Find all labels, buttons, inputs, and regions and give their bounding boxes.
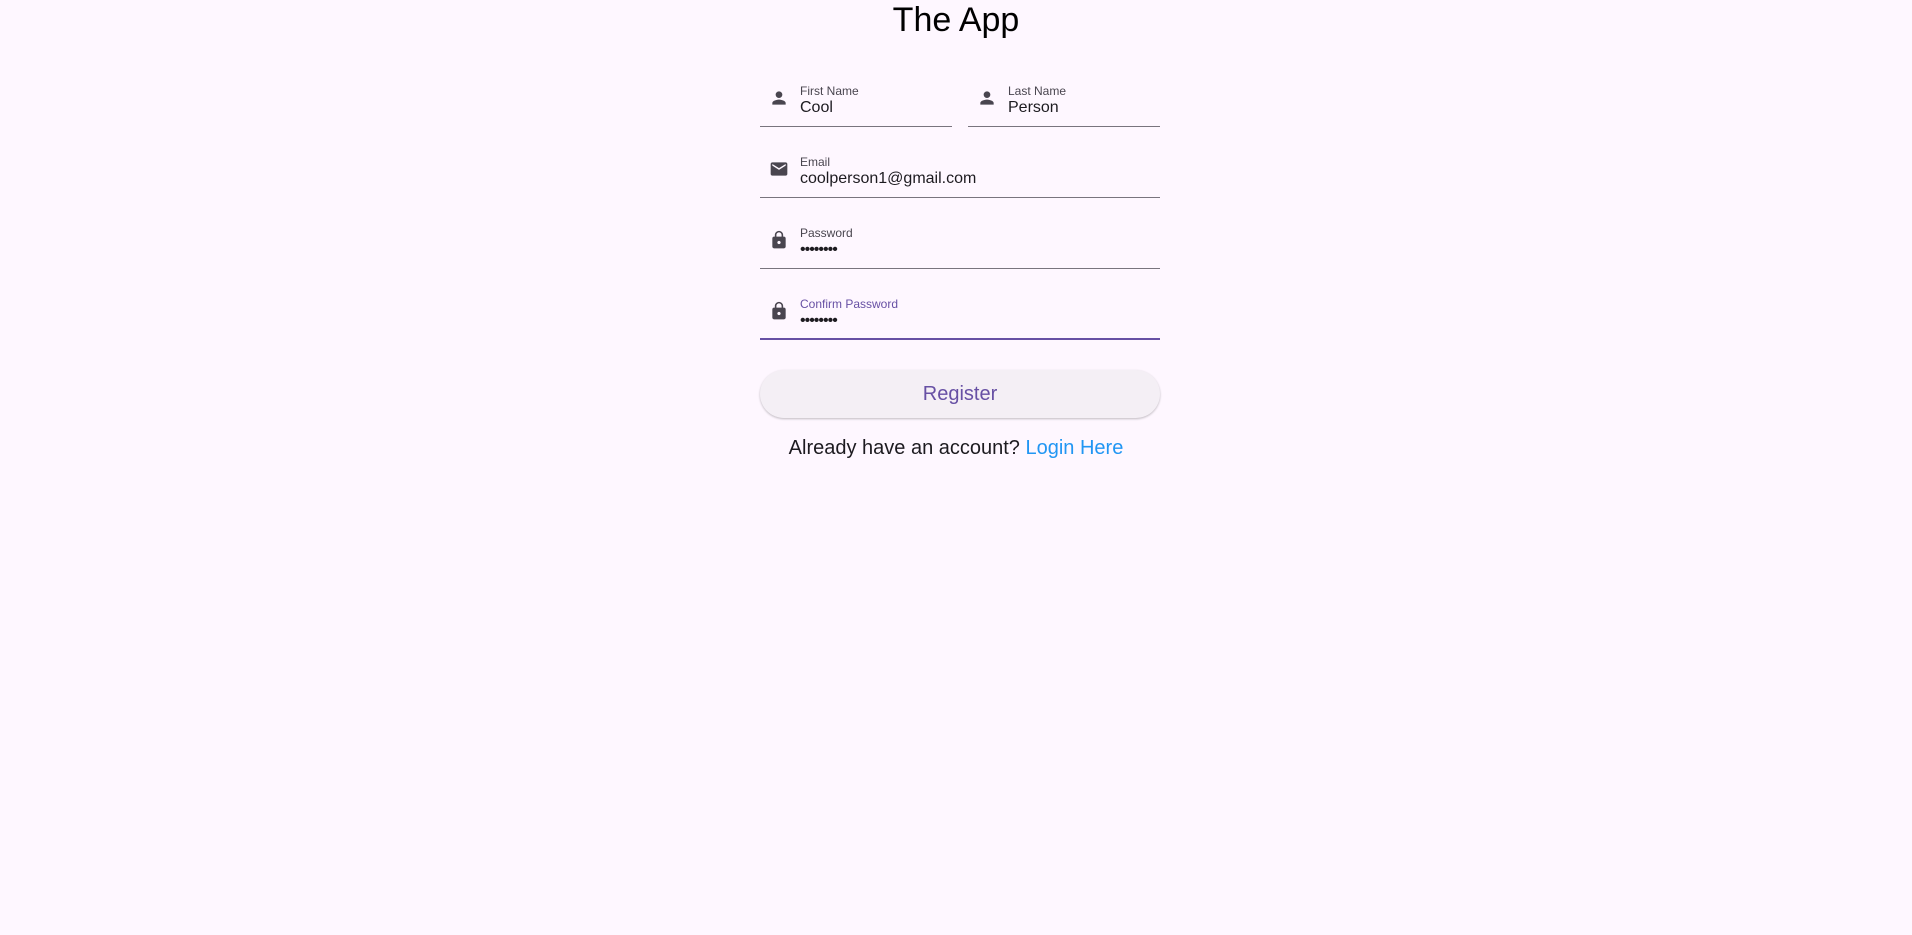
login-prompt-text: Already have an account? — [788, 437, 1026, 459]
app-title: The App — [892, 1, 1020, 39]
confirm-password-label: Confirm Password — [800, 297, 899, 311]
last-name-value[interactable]: Person — [1008, 98, 1059, 118]
login-prompt: Already have an account? Login Here — [0, 436, 1912, 460]
last-name-field[interactable]: Last Name Person — [968, 76, 1160, 127]
first-name-field[interactable]: First Name Cool — [760, 76, 952, 127]
password-field[interactable]: Password •••••••• — [760, 218, 1160, 269]
register-screen: The App First Name Cool Last Name Person… — [0, 0, 1912, 935]
confirm-password-value[interactable]: •••••••• — [800, 311, 838, 331]
last-name-label: Last Name — [1008, 84, 1067, 98]
person-icon — [769, 88, 789, 108]
password-value[interactable]: •••••••• — [800, 240, 838, 260]
email-field[interactable]: Email coolperson1@gmail.com — [760, 147, 1160, 198]
first-name-label: First Name — [800, 84, 859, 98]
confirm-password-field[interactable]: Confirm Password •••••••• — [760, 289, 1160, 340]
email-value[interactable]: coolperson1@gmail.com — [800, 169, 976, 189]
email-label: Email — [800, 155, 831, 169]
first-name-value[interactable]: Cool — [800, 98, 833, 118]
person-icon — [977, 88, 997, 108]
register-button[interactable]: Register — [760, 370, 1160, 418]
lock-icon — [769, 230, 789, 250]
login-link[interactable]: Login Here — [1025, 437, 1123, 459]
mail-icon — [769, 159, 789, 179]
lock-icon — [769, 301, 789, 321]
password-label: Password — [800, 226, 853, 240]
